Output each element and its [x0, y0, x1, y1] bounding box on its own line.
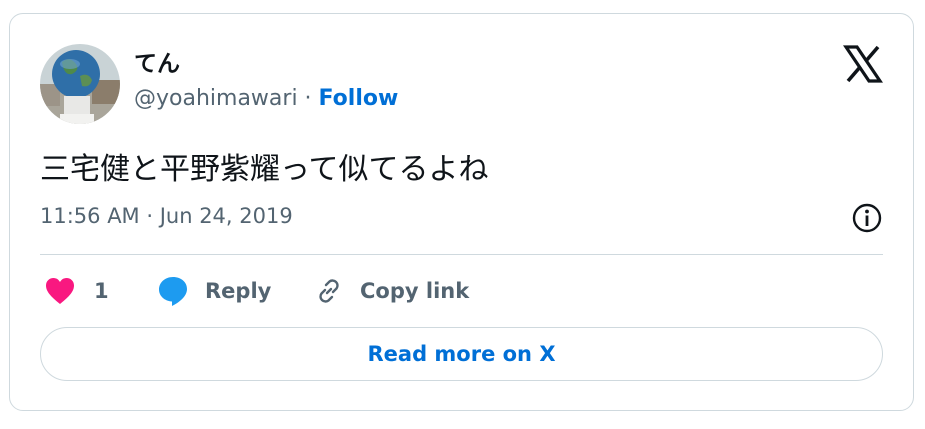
display-name[interactable]: てん — [134, 44, 180, 78]
reply-button[interactable]: Reply — [157, 274, 271, 308]
x-logo-icon[interactable] — [842, 44, 884, 84]
read-more-button[interactable]: Read more on X — [40, 327, 883, 381]
reply-label: Reply — [205, 279, 272, 303]
tweet-card: てん @yoahimawari · Follow 三宅健と平野紫耀って似てるよね… — [9, 13, 914, 411]
copy-link-label: Copy link — [360, 279, 470, 303]
tweet-text: 三宅健と平野紫耀って似てるよね — [40, 152, 489, 187]
avatar-image — [40, 44, 120, 124]
timestamp[interactable]: 11:56 AM · Jun 24, 2019 — [40, 204, 293, 228]
link-icon — [319, 279, 339, 303]
avatar[interactable] — [40, 44, 120, 124]
user-handle[interactable]: @yoahimawari — [134, 86, 298, 111]
follow-link[interactable]: Follow — [319, 86, 399, 111]
divider — [40, 254, 883, 255]
speech-bubble-icon — [159, 277, 187, 306]
handle-row: @yoahimawari · Follow — [134, 86, 398, 111]
separator-dot: · — [297, 86, 319, 111]
heart-icon — [46, 278, 74, 304]
like-count: 1 — [94, 279, 109, 303]
copy-link-button[interactable]: Copy link — [314, 274, 469, 308]
info-icon[interactable] — [851, 202, 883, 234]
like-button[interactable]: 1 — [44, 274, 109, 308]
